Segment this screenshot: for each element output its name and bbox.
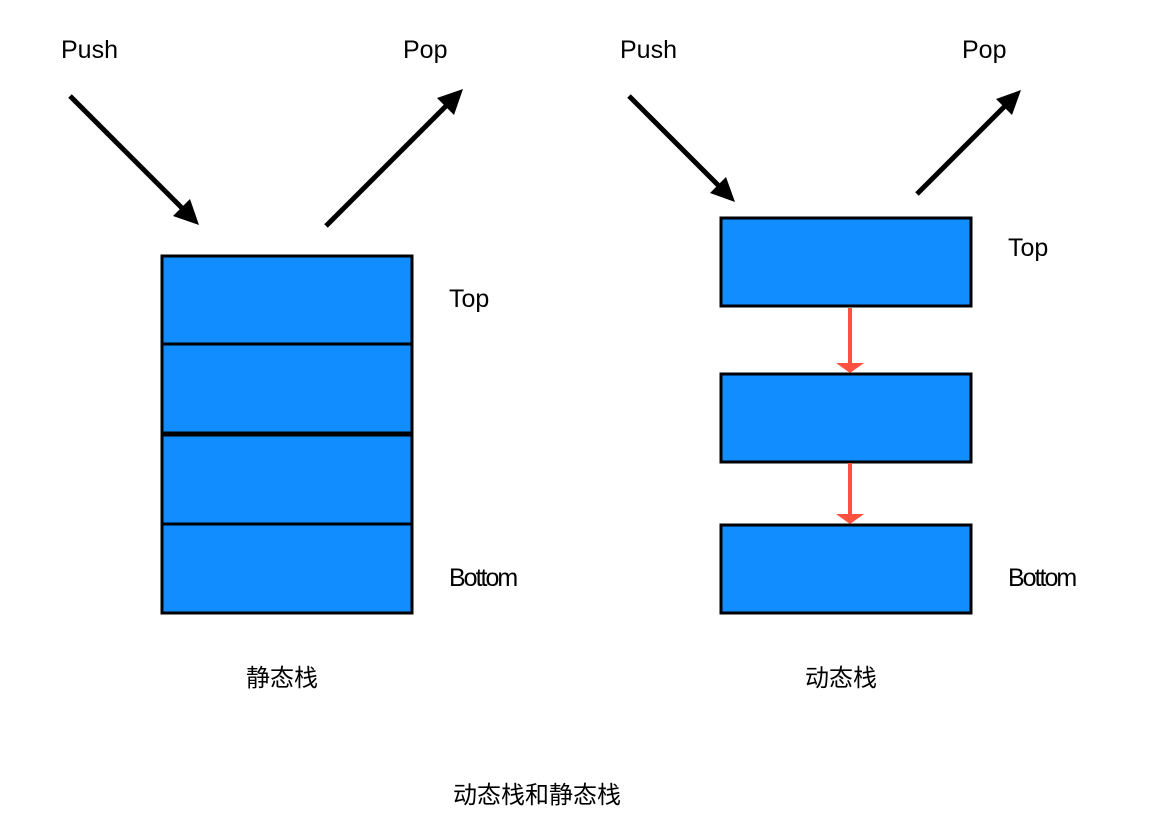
dynamic-link-arrowhead [836, 363, 864, 373]
dynamic-push-label: Push [620, 36, 677, 64]
dynamic-stack-caption: 动态栈 [805, 664, 877, 692]
static-pop-arrow [324, 100, 452, 228]
dynamic-pop-label: Pop [962, 36, 1007, 64]
dynamic-stack-node [719, 372, 973, 464]
static-stack-cell [160, 342, 414, 435]
static-push-arrow [68, 94, 187, 213]
static-stack [68, 89, 463, 615]
static-pop-label: Pop [403, 36, 448, 64]
figure-title: 动态栈和静态栈 [453, 781, 621, 809]
static-stack-cell [160, 254, 414, 346]
static-stack-cell [160, 522, 414, 615]
static-stack-caption: 静态栈 [246, 664, 318, 692]
dynamic-pop-arrow [915, 101, 1010, 196]
static-stack-cell [160, 433, 414, 526]
dynamic-top-label: Top [1008, 234, 1049, 262]
dynamic-link-arrowhead [836, 514, 864, 524]
dynamic-push-arrow [627, 94, 724, 191]
static-top-label: Top [449, 285, 490, 313]
static-push-label: Push [61, 36, 118, 64]
dynamic-stack-node [719, 523, 973, 615]
static-bottom-label: Bottom [449, 564, 518, 592]
dynamic-bottom-label: Bottom [1008, 564, 1077, 592]
diagram-canvas [68, 89, 1021, 615]
dynamic-stack [627, 90, 1021, 615]
dynamic-stack-node [719, 216, 973, 308]
